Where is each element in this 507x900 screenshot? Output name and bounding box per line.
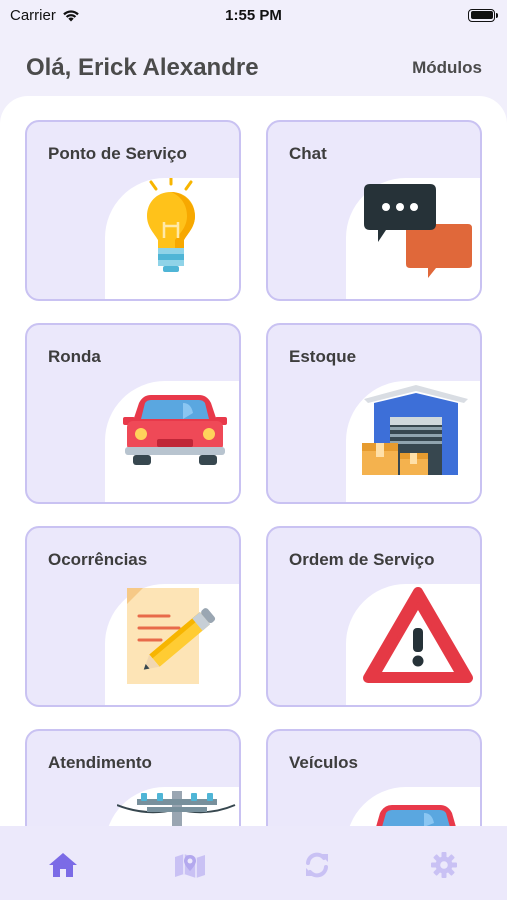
module-title: Ordem de Serviço xyxy=(289,550,435,569)
sync-icon xyxy=(305,852,328,878)
header: Olá, Erick Alexandre Módulos xyxy=(0,40,507,95)
module-card-ponto-de-servico[interactable]: Ponto de Serviço xyxy=(25,120,241,301)
card-art xyxy=(346,178,480,299)
card-art xyxy=(105,381,239,502)
module-card-atendimento[interactable]: Atendimento xyxy=(25,729,241,826)
module-title: Ocorrências xyxy=(48,550,148,569)
card-art xyxy=(105,787,239,826)
tab-settings[interactable] xyxy=(414,848,474,882)
status-bar: Carrier 1:55 PM xyxy=(0,0,507,30)
vehicle-icon xyxy=(376,805,456,826)
document-pencil-icon xyxy=(127,588,216,684)
module-title: Ronda xyxy=(48,347,101,366)
module-card-estoque[interactable]: Estoque xyxy=(266,323,482,504)
wifi-icon xyxy=(63,9,79,21)
tab-sync[interactable] xyxy=(287,848,347,882)
battery-icon xyxy=(468,8,498,22)
module-card-ronda[interactable]: Ronda xyxy=(25,323,241,504)
module-card-ocorrencias[interactable]: Ocorrências xyxy=(25,526,241,707)
bottom-tab-bar xyxy=(0,826,507,900)
power-pole-icon xyxy=(117,791,236,826)
module-card-ordem-de-servico[interactable]: Ordem de Serviço xyxy=(266,526,482,707)
chat-bubbles-icon xyxy=(364,184,472,278)
carrier-label: Carrier xyxy=(10,6,56,24)
card-art xyxy=(105,178,239,299)
module-title: Ponto de Serviço xyxy=(48,144,187,163)
warning-icon xyxy=(363,587,473,683)
car-icon xyxy=(123,395,227,465)
module-card-chat[interactable]: Chat xyxy=(266,120,482,301)
settings-icon xyxy=(430,852,457,878)
tab-home[interactable] xyxy=(33,848,93,882)
card-art xyxy=(346,787,480,826)
module-title: Estoque xyxy=(289,347,357,366)
map-icon xyxy=(175,854,206,878)
card-art xyxy=(346,584,480,705)
greeting-title: Olá, Erick Alexandre xyxy=(26,53,259,81)
tab-map[interactable] xyxy=(160,848,220,882)
module-title: Veículos xyxy=(289,753,358,772)
modules-panel[interactable]: Ponto de Serviço Chat Ronda Estoque Ocor… xyxy=(0,96,507,826)
module-title: Atendimento xyxy=(48,753,152,772)
warehouse-icon xyxy=(362,385,468,475)
modules-link[interactable]: Módulos xyxy=(412,58,482,78)
module-card-veiculos[interactable]: Veículos xyxy=(266,729,482,826)
home-icon xyxy=(49,853,78,877)
status-left: Carrier xyxy=(10,7,80,24)
card-art xyxy=(105,584,239,705)
card-art xyxy=(346,381,480,502)
lightbulb-icon xyxy=(147,178,195,272)
module-title: Chat xyxy=(289,144,327,163)
